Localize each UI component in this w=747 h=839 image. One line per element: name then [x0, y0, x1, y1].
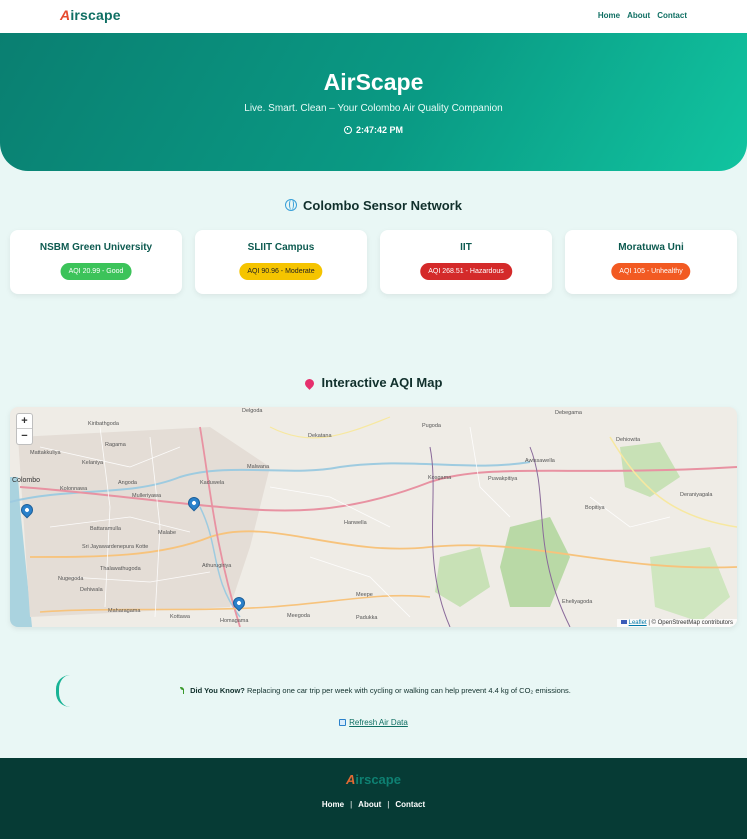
did-you-know-tip: Did You Know? Replacing one car trip per…: [56, 675, 692, 707]
footer: Airscape Home | About | Contact: [0, 758, 747, 839]
sensor-card-moratuwa[interactable]: Moratuwa Uni AQI 105 - Unhealthy: [565, 230, 737, 294]
tip-label: Did You Know?: [190, 686, 245, 695]
sprout-icon: [180, 687, 187, 694]
map-label: Kosgama: [428, 475, 452, 481]
map-attribution: Leaflet | © OpenStreetMap contributors: [616, 619, 737, 627]
sensor-name: NSBM Green University: [39, 242, 153, 253]
map-label: Awissawella: [525, 458, 555, 464]
footer-links: Home | About | Contact: [321, 800, 426, 809]
clock-time: 2:47:42 PM: [355, 125, 404, 135]
flag-icon: [620, 620, 627, 624]
sensor-network-heading: Colombo Sensor Network: [0, 198, 747, 213]
aqi-map-heading: Interactive AQI Map: [0, 375, 747, 390]
map-label: Malabe: [158, 530, 177, 536]
footer-link-about[interactable]: About: [358, 800, 381, 809]
map-label: Ragama: [105, 442, 126, 448]
footer-link-contact[interactable]: Contact: [395, 800, 425, 809]
sensor-name: IIT: [460, 242, 472, 253]
clock-icon: [343, 126, 352, 134]
refresh-icon: [339, 719, 347, 726]
refresh-section: Refresh Air Data: [0, 718, 747, 727]
map-label: Battaramulla: [90, 526, 121, 532]
globe-icon: [285, 199, 298, 211]
map-label: Angoda: [118, 480, 137, 486]
map-label: Delgoda: [242, 408, 263, 414]
map-label: Dekatana: [308, 433, 332, 439]
aqi-map[interactable]: Delgoda Dekatana Pugoda Debegama Dehiowi…: [10, 407, 737, 627]
zoom-out-button[interactable]: −: [17, 429, 32, 444]
aqi-badge: AQI 20.99 - Good: [60, 263, 132, 280]
map-label: Eheliyagoda: [562, 599, 593, 605]
map-label: Padukka: [356, 615, 378, 621]
live-clock: 2:47:42 PM: [0, 125, 747, 135]
map-pin-icon: [302, 377, 316, 390]
map-label: Pugoda: [422, 423, 441, 429]
hero-title: AirScape: [323, 69, 424, 95]
navbar: Airscape Home About Contact: [0, 0, 747, 33]
nav-link-about[interactable]: About: [627, 11, 650, 20]
map-label: Nugegoda: [58, 576, 84, 582]
map-label: Kiribathgoda: [88, 421, 119, 427]
map-label: Kelaniya: [82, 460, 104, 466]
zoom-in-button[interactable]: +: [17, 414, 32, 429]
map-label: Kaduwela: [200, 480, 225, 486]
aqi-badge: AQI 90.96 - Moderate: [239, 263, 323, 280]
nav-link-contact[interactable]: Contact: [657, 11, 687, 20]
map-label: Thalawathugoda: [100, 566, 141, 572]
map-label: Puwakpitiya: [488, 476, 518, 482]
sensor-name: Moratuwa Uni: [618, 242, 684, 253]
map-label: Dehiowita: [616, 437, 641, 443]
map-label: Meegoda: [287, 613, 310, 619]
map-label: Malwana: [247, 464, 270, 470]
map-label: Athurugiriya: [202, 563, 232, 569]
map-label: Kolonnawa: [60, 486, 88, 492]
map-label: Kottawa: [170, 614, 190, 620]
map-label: Debegama: [555, 410, 582, 416]
map-label: Homagama: [220, 618, 249, 624]
footer-brand-logo: Airscape: [346, 772, 401, 787]
sensor-card-nsbm[interactable]: NSBM Green University AQI 20.99 - Good: [10, 230, 182, 294]
nav-links: Home About Contact: [598, 11, 687, 20]
nav-link-home[interactable]: Home: [598, 11, 620, 20]
sensor-cards: NSBM Green University AQI 20.99 - Good S…: [10, 230, 737, 294]
map-label: Maharagama: [108, 608, 141, 614]
sensor-card-sliit[interactable]: SLIIT Campus AQI 90.96 - Moderate: [195, 230, 367, 294]
footer-link-home[interactable]: Home: [322, 800, 344, 809]
map-label: Hanwella: [344, 520, 367, 526]
hero-banner: AirScape Live. Smart. Clean – Your Colom…: [0, 33, 747, 171]
map-label: Mattakkuliya: [30, 450, 61, 456]
map-label: Mulleriyawa: [132, 493, 162, 499]
map-label: Dehiwala: [80, 587, 103, 593]
refresh-air-data-link[interactable]: Refresh Air Data: [339, 718, 408, 727]
brand-logo[interactable]: Airscape: [60, 7, 121, 23]
tip-text: Replacing one car trip per week with cyc…: [246, 686, 571, 695]
aqi-badge: AQI 105 - Unhealthy: [611, 263, 691, 280]
sensor-name: SLIIT Campus: [247, 242, 315, 253]
map-label: Sri Jayawardenepura Kotte: [82, 544, 149, 550]
hero-subtitle: Live. Smart. Clean – Your Colombo Air Qu…: [244, 103, 503, 114]
aqi-badge: AQI 268.51 - Hazardous: [420, 263, 512, 280]
map-label: Meepe: [356, 592, 373, 598]
map-zoom-control: + −: [16, 413, 33, 445]
map-label: Colombo: [12, 477, 41, 484]
sensor-card-iit[interactable]: IIT AQI 268.51 - Hazardous: [380, 230, 552, 294]
map-label: Bopitiya: [585, 505, 605, 511]
leaflet-link[interactable]: Leaflet: [629, 620, 647, 626]
map-label: Deraniyagala: [680, 492, 713, 498]
